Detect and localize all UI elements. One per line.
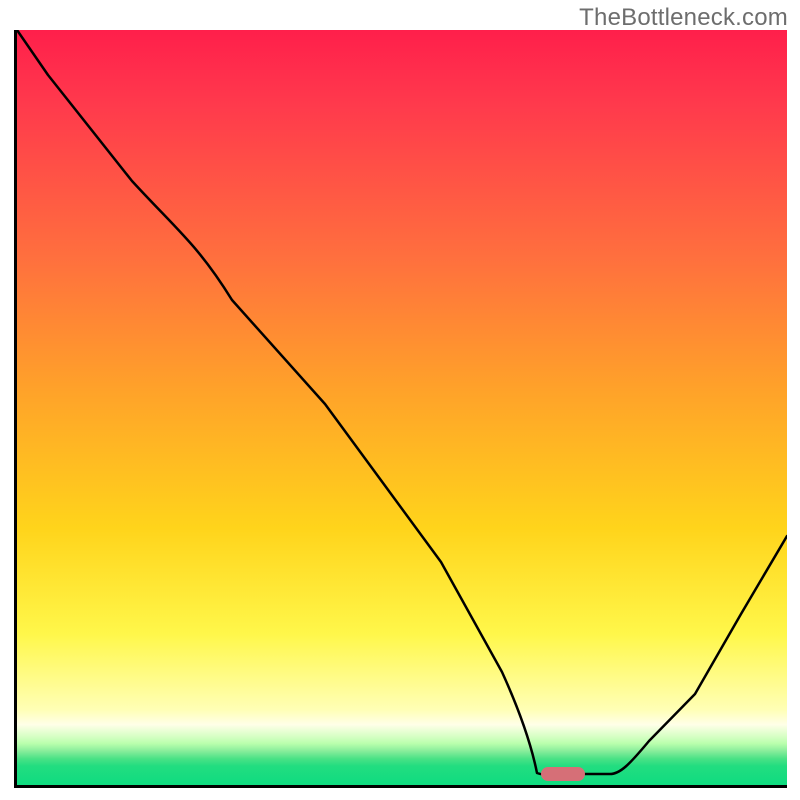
plot-area bbox=[14, 30, 787, 788]
optimal-marker bbox=[541, 767, 585, 781]
bottleneck-curve bbox=[17, 30, 787, 785]
curve-path bbox=[17, 30, 787, 775]
watermark-text: TheBottleneck.com bbox=[579, 4, 788, 32]
chart-container: TheBottleneck.com bbox=[0, 0, 800, 800]
